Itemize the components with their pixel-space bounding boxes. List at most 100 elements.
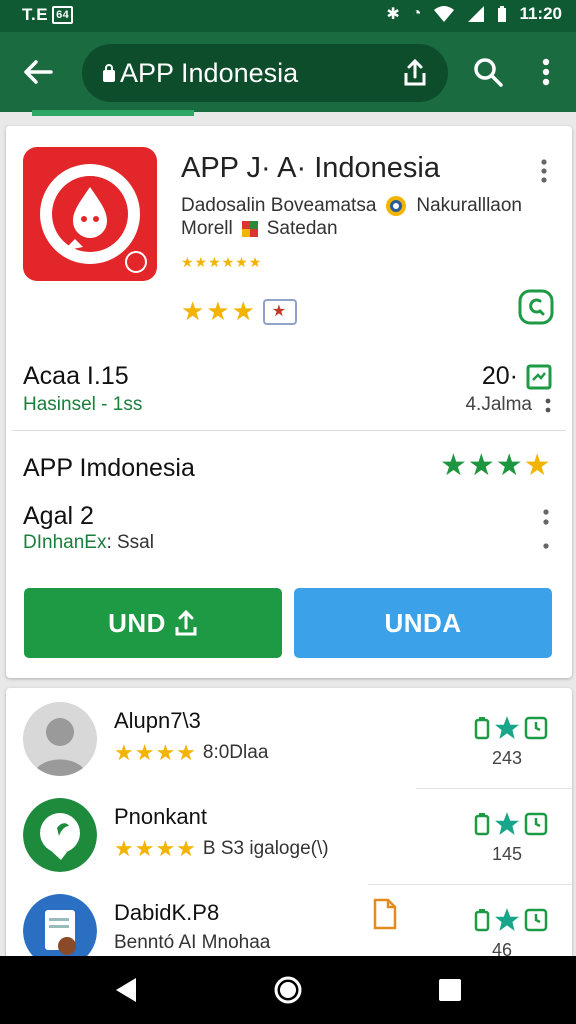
- search-query: APP Indonesia: [120, 58, 299, 88]
- system-nav-bar: [0, 956, 576, 1024]
- signal-icon: [468, 6, 485, 22]
- developer-badge-icon: [386, 196, 407, 216]
- rating-badge-icon: ★: [262, 298, 297, 325]
- avatar: [23, 894, 97, 958]
- list-item[interactable]: Pnonkant ★★★★ B S3 igaloge(\) 145: [6, 784, 572, 876]
- review-stars-green: ★★★: [440, 449, 524, 482]
- share-icon: [404, 59, 426, 86]
- list-item-stars: ★★★★: [114, 740, 197, 765]
- share-button[interactable]: [398, 56, 432, 90]
- install-label: UND: [108, 607, 166, 638]
- app-title: APP J· A· Indonesia: [181, 152, 441, 184]
- clock-icon[interactable]: [524, 812, 548, 836]
- list-item-title: DabidK.P8: [114, 900, 220, 925]
- category-label[interactable]: Nakuralllaon: [416, 195, 522, 217]
- open-label: UNDA: [384, 607, 462, 638]
- clock-icon[interactable]: [524, 908, 548, 932]
- open-button[interactable]: UNDA: [294, 588, 552, 658]
- battery-outline-icon[interactable]: [474, 716, 490, 740]
- overflow-menu-button[interactable]: [526, 52, 566, 92]
- app-detail-card: APP J· A· Indonesia Dadosalin Boveamatsa…: [6, 126, 572, 678]
- list-item-actions: [474, 714, 554, 742]
- card-more-icon[interactable]: [534, 156, 554, 186]
- bag-icon: [103, 64, 115, 82]
- nav-recents-icon[interactable]: [436, 976, 464, 1004]
- file-icon[interactable]: [372, 898, 398, 930]
- rating-stars: ★★★ ★: [181, 296, 297, 327]
- version-sub-green: DInhanEx: [23, 532, 107, 553]
- bluetooth-icon: ✱: [386, 6, 400, 23]
- back-button[interactable]: [18, 52, 58, 92]
- section-divider: [12, 430, 566, 431]
- clock-icon[interactable]: [524, 716, 548, 740]
- list-item-subtitle: Benntó AI Mnohaa: [114, 932, 270, 954]
- developer-line-2: Morell Satedan: [181, 218, 338, 240]
- list-item-actions: [474, 810, 554, 838]
- review-app-name: APP Imdonesia: [23, 454, 195, 482]
- developer-line: Dadosalin Boveamatsa Nakuralllaon: [181, 194, 522, 218]
- flag-icon: [241, 221, 258, 237]
- status-carrier: T.E: [22, 5, 49, 24]
- status-box-icon: 64: [52, 6, 74, 24]
- status-right: ✱ ◔ 11:20: [386, 4, 562, 24]
- avatar: [23, 798, 97, 872]
- wifi-icon: [434, 6, 455, 22]
- more-vert-icon: [542, 58, 550, 86]
- list-item-actions: [474, 906, 554, 934]
- size-stat: 20·: [482, 362, 552, 391]
- list-item-title: Pnonkant: [114, 804, 207, 829]
- document-app-icon: [23, 894, 97, 958]
- status-time: 11:20: [519, 4, 562, 23]
- search-bar[interactable]: APP Indonesia: [82, 44, 448, 102]
- app-toolbar: APP Indonesia: [0, 32, 576, 112]
- alarm-icon: ◔: [411, 5, 422, 22]
- battery-outline-icon[interactable]: [474, 908, 490, 932]
- stat-more-icon[interactable]: [542, 398, 554, 414]
- list-item[interactable]: DabidK.P8 Benntó AI Mnohaa 46: [6, 880, 572, 958]
- app-logo-icon: [40, 164, 147, 273]
- avatar: [23, 702, 97, 776]
- star-icon[interactable]: [494, 811, 520, 837]
- version-more-icon[interactable]: [536, 506, 556, 556]
- list-item-title: Alupn7\3: [114, 708, 201, 733]
- version-sub-rest: : Ssal: [106, 532, 154, 553]
- star-icon[interactable]: [494, 907, 520, 933]
- search-button[interactable]: [468, 52, 508, 92]
- star-icon[interactable]: [494, 715, 520, 741]
- install-button[interactable]: UND: [24, 588, 282, 658]
- size-subtitle: 4.Jalma: [465, 394, 532, 415]
- battery-outline-icon[interactable]: [474, 812, 490, 836]
- list-item[interactable]: Alupn7\3 ★★★★ 8:0Dlaa 243: [6, 688, 572, 780]
- app-icon[interactable]: [23, 147, 157, 281]
- battery-icon: [498, 6, 507, 22]
- related-apps-list: Alupn7\3 ★★★★ 8:0Dlaa 243 Pnonkant ★★★★ …: [6, 688, 572, 958]
- list-item-subtitle: ★★★★ B S3 igaloge(\): [114, 836, 329, 862]
- nav-home-icon[interactable]: [272, 974, 304, 1006]
- developer-name[interactable]: Dadosalin Boveamatsa: [181, 195, 376, 217]
- downloads-subtitle: Hasinsel - 1ss: [23, 394, 143, 415]
- list-item-meta: 8:0Dlaa: [202, 742, 269, 763]
- search-icon: [474, 58, 503, 87]
- size-value: 20·: [481, 362, 518, 390]
- wishlist-icon[interactable]: [518, 289, 554, 325]
- content-rating-label: Morell: [181, 218, 233, 239]
- list-item-meta: Benntó AI Mnohaa: [114, 932, 271, 953]
- list-item-meta: B S3 igaloge(\): [202, 838, 329, 859]
- list-item-subtitle: ★★★★ 8:0Dlaa: [114, 740, 268, 766]
- tab-indicator: [32, 110, 194, 116]
- list-item-count: 145: [492, 844, 523, 864]
- review-stars: ★★★★: [440, 448, 552, 483]
- editors-choice-label: Satedan: [266, 218, 338, 239]
- version-subtitle: DInhanEx: Ssal: [23, 532, 154, 554]
- nav-back-icon[interactable]: [110, 974, 142, 1006]
- review-stars-yellow: ★: [523, 449, 552, 482]
- version-title: Agal 2: [23, 502, 94, 530]
- upload-icon: [175, 609, 197, 636]
- list-item-count: 243: [492, 748, 523, 768]
- chart-icon: [526, 364, 552, 389]
- mini-rating-stars: ★★★★★★: [181, 254, 263, 270]
- list-item-stars: ★★★★: [114, 836, 197, 861]
- chat-app-icon: [23, 798, 97, 872]
- status-left: T.E 64: [22, 5, 74, 25]
- downloads-title: Acaa I.15: [23, 362, 129, 390]
